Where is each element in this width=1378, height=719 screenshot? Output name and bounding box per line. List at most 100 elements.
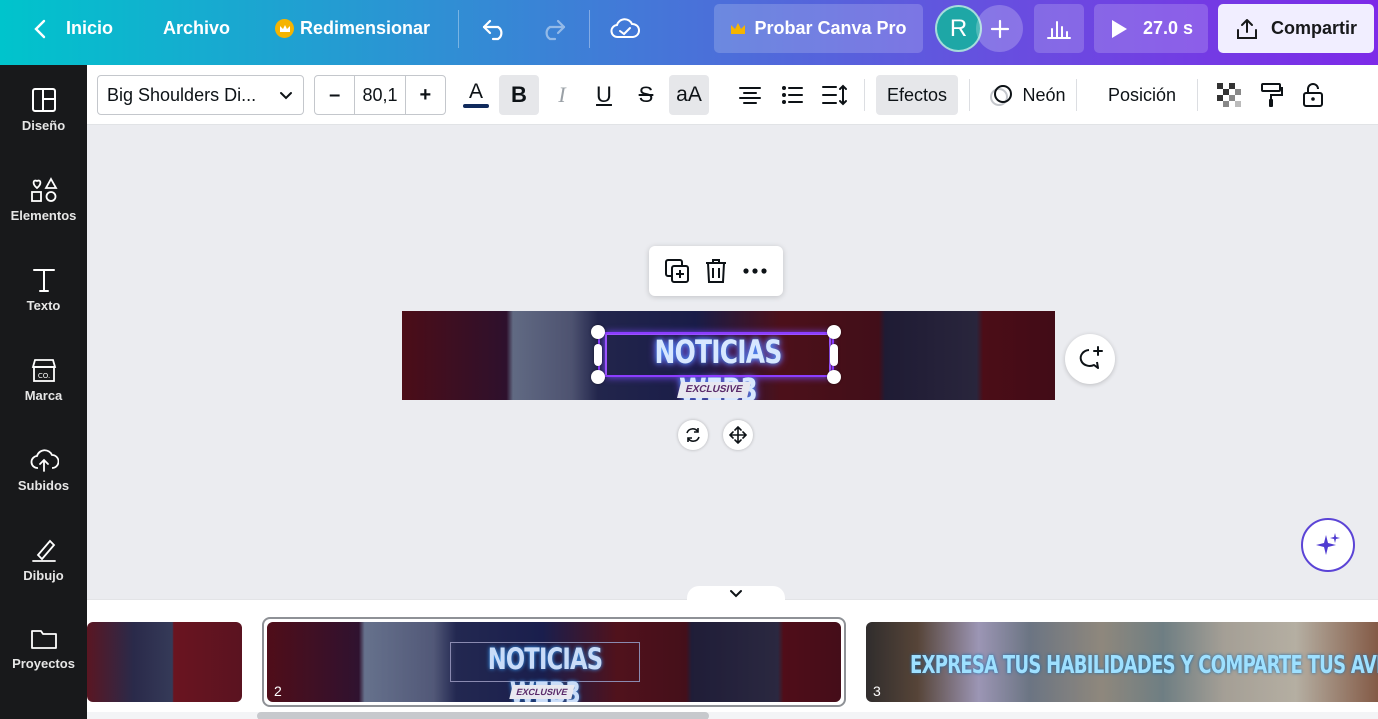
page-thumbnail[interactable]: EXPRESA TUS HABILIDADES Y COMPARTE TUS A…: [866, 622, 1378, 702]
crown-icon: [275, 19, 294, 38]
divider: [969, 79, 970, 111]
rotate-button[interactable]: [678, 420, 708, 450]
move-button[interactable]: [723, 420, 753, 450]
divider: [1076, 79, 1077, 111]
undo-icon[interactable]: [481, 0, 509, 57]
move-icon: [729, 426, 747, 444]
play-icon: [1111, 19, 1127, 38]
font-size-input[interactable]: 80,1: [354, 76, 406, 114]
resize-handle-top-left[interactable]: [591, 325, 605, 339]
divider: [1197, 79, 1198, 111]
position-button[interactable]: Posición: [1097, 75, 1187, 115]
resize-handle-bottom-left[interactable]: [591, 370, 605, 384]
draw-icon: [31, 539, 56, 562]
lock-icon[interactable]: [1295, 75, 1331, 115]
trash-icon[interactable]: [704, 258, 728, 284]
collapse-pages-button[interactable]: [687, 586, 785, 602]
cloud-saved-icon[interactable]: [609, 0, 641, 57]
text-color-button[interactable]: A: [459, 75, 493, 115]
sparkle-icon: [1316, 533, 1340, 555]
effects-button[interactable]: Efectos: [876, 75, 958, 115]
sidebar-item-draw[interactable]: Dibujo: [0, 537, 87, 617]
thumb-tag: EXCLUSIVE: [509, 685, 575, 699]
text-color-letter: A: [468, 80, 483, 103]
divider: [864, 79, 865, 111]
text-color-swatch: [463, 104, 489, 108]
paint-format-icon[interactable]: [1253, 75, 1289, 115]
comment-plus-icon: [1079, 346, 1103, 369]
back-chevron-icon[interactable]: [32, 0, 48, 57]
sidebar-item-design[interactable]: Diseño: [0, 87, 87, 167]
resize-handle-top-right[interactable]: [827, 325, 841, 339]
horizontal-scrollbar[interactable]: [87, 712, 1378, 719]
pages-strip: NOTICIAS WEB3 EXCLUSIVE 2 EXPRESA TUS HA…: [87, 586, 1378, 719]
neon-effect-button[interactable]: Neón: [985, 75, 1069, 115]
resize-handle-right[interactable]: [830, 344, 838, 366]
exclusive-tag[interactable]: EXCLUSIVE: [677, 382, 751, 398]
chevron-down-icon: [280, 92, 292, 100]
sidebar-item-uploads[interactable]: Subidos: [0, 447, 87, 527]
strikethrough-button[interactable]: S: [626, 75, 666, 115]
page-thumbnail[interactable]: [87, 622, 242, 702]
share-upload-icon: [1236, 18, 1257, 39]
redo-icon[interactable]: [539, 0, 567, 57]
magic-assistant-button[interactable]: [1301, 518, 1355, 572]
sidebar-item-elements[interactable]: Elementos: [0, 177, 87, 257]
duplicate-icon[interactable]: [664, 258, 690, 284]
file-menu[interactable]: Archivo: [163, 0, 230, 57]
bold-button[interactable]: B: [499, 75, 539, 115]
resize-handle-bottom-right[interactable]: [827, 370, 841, 384]
transparency-icon[interactable]: [1211, 75, 1247, 115]
divider: [458, 10, 459, 48]
layout-icon: [31, 88, 56, 112]
rotate-icon: [686, 428, 700, 442]
letter-case-button[interactable]: aA: [669, 75, 709, 115]
home-link[interactable]: Inicio: [66, 0, 113, 57]
brand-icon: CO.: [31, 359, 56, 382]
upload-cloud-icon: [30, 449, 59, 472]
canvas-area: NOTICIAS WEB3 EXCLUSIVE: [87, 125, 1378, 599]
add-collaborator-button[interactable]: [976, 5, 1023, 52]
italic-button[interactable]: I: [542, 75, 582, 115]
increase-size-button[interactable]: +: [406, 76, 445, 114]
line-spacing-icon[interactable]: [816, 75, 854, 115]
selection-box: [598, 332, 834, 377]
crown-icon: [731, 22, 746, 34]
bar-chart-icon: [1047, 20, 1071, 39]
top-bar: Inicio Archivo Redimensionar Probar Canv…: [0, 0, 1378, 65]
sidebar: Diseño Elementos Texto CO. Marca Subidos…: [0, 65, 87, 719]
bullet-list-icon[interactable]: [774, 75, 810, 115]
divider: [589, 10, 590, 48]
sidebar-item-projects[interactable]: Proyectos: [0, 627, 87, 707]
text-icon: [32, 269, 55, 292]
sidebar-item-brand[interactable]: CO. Marca: [0, 357, 87, 437]
align-center-icon[interactable]: [732, 75, 768, 115]
more-options-icon[interactable]: [742, 267, 768, 275]
thumb-title: EXPRESA TUS HABILIDADES Y COMPARTE TUS A…: [910, 650, 1378, 679]
text-toolbar: Big Shoulders Di... – 80,1 + A B I U S a…: [87, 65, 1378, 125]
shapes-icon: [30, 177, 58, 202]
page-thumbnail-current[interactable]: NOTICIAS WEB3 EXCLUSIVE 2: [267, 622, 841, 702]
share-button[interactable]: Compartir: [1218, 4, 1374, 53]
folder-icon: [30, 630, 57, 649]
avatar[interactable]: R: [935, 5, 982, 52]
font-size-stepper: – 80,1 +: [314, 75, 446, 115]
vertical-scrollbar[interactable]: [1366, 125, 1378, 599]
font-family-select[interactable]: Big Shoulders Di...: [97, 75, 304, 115]
resize-button[interactable]: Redimensionar: [275, 0, 430, 57]
plus-icon: [990, 19, 1009, 38]
try-pro-button[interactable]: Probar Canva Pro: [714, 4, 923, 53]
sidebar-item-text[interactable]: Texto: [0, 267, 87, 347]
chevron-down-icon: [730, 590, 742, 598]
svg-text:CO.: CO.: [37, 372, 49, 380]
present-button[interactable]: 27.0 s: [1094, 4, 1208, 53]
resize-label: Redimensionar: [300, 18, 431, 38]
resize-handle-left[interactable]: [594, 344, 602, 366]
scrollbar-thumb[interactable]: [257, 712, 709, 719]
insights-button[interactable]: [1034, 4, 1084, 53]
decrease-size-button[interactable]: –: [315, 76, 354, 114]
element-context-menu: [649, 246, 783, 296]
neon-icon: [990, 85, 1013, 106]
underline-button[interactable]: U: [584, 75, 624, 115]
add-comment-button[interactable]: [1065, 334, 1115, 384]
